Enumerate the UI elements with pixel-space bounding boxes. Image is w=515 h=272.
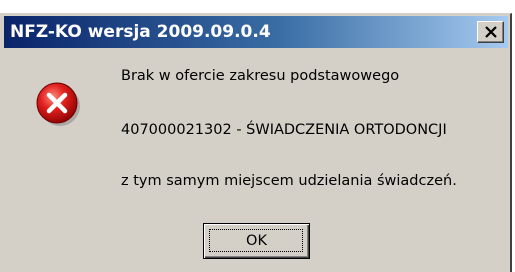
message-line-3: z tym samym miejscem udzielania świadcze… — [121, 173, 457, 189]
window-title: NFZ-KO wersja 2009.09.0.4 — [10, 22, 271, 42]
close-x-icon — [485, 26, 497, 38]
error-icon — [35, 81, 81, 131]
title-bar[interactable]: NFZ-KO wersja 2009.09.0.4 — [4, 16, 508, 48]
close-button[interactable] — [477, 21, 504, 43]
message-line-2: 407000021302 - ŚWIADCZENIA ORTODONCJI — [121, 122, 447, 138]
message-dialog: NFZ-KO wersja 2009.09.0.4 Brak w ofercie… — [0, 13, 512, 272]
ok-button[interactable]: OK — [203, 223, 310, 259]
message-line-1: Brak w ofercie zakresu podstawowego — [121, 68, 400, 84]
ok-button-label: OK — [246, 233, 267, 249]
